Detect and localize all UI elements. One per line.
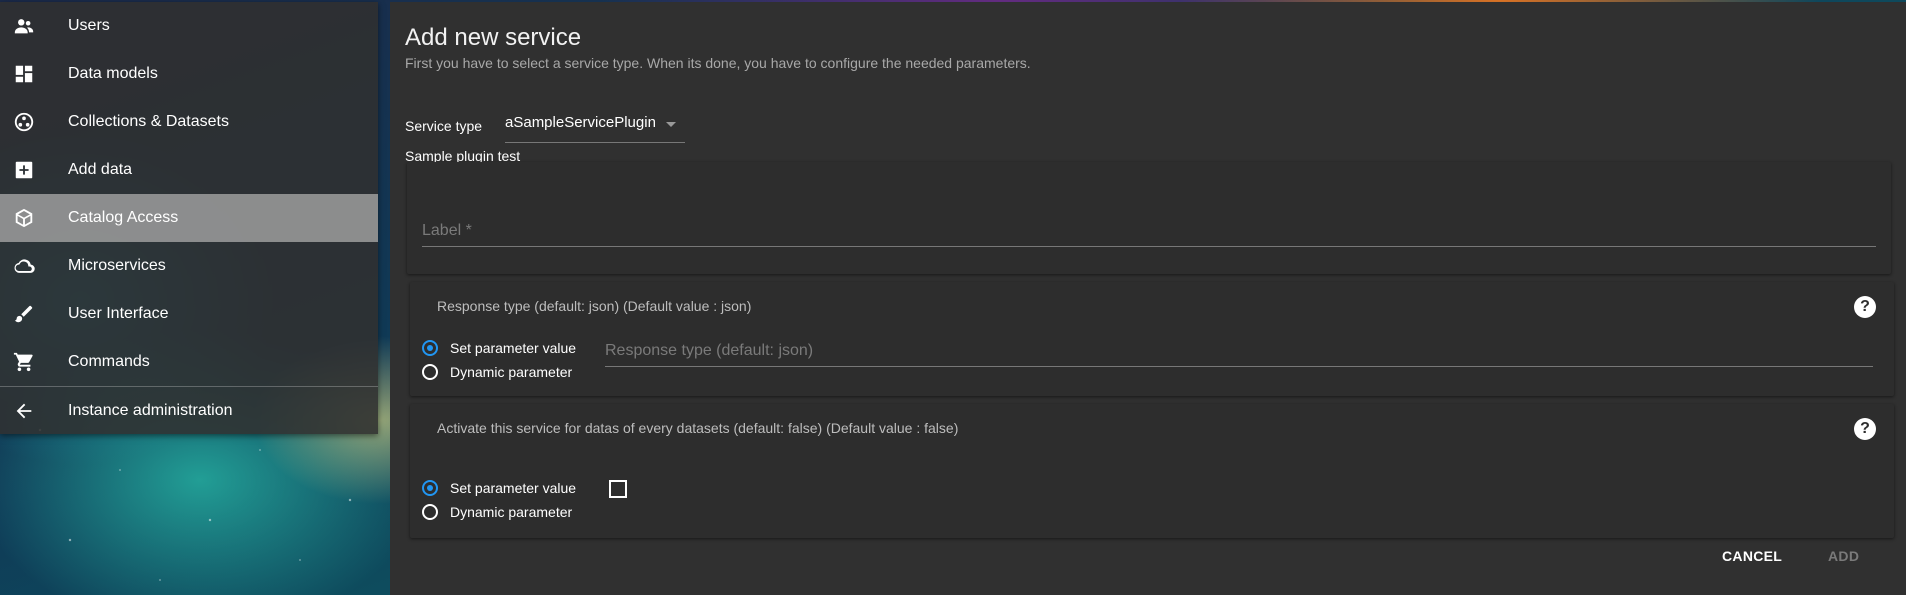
sidebar-item-microservices[interactable]: Microservices bbox=[0, 242, 378, 290]
radio-unchecked-icon bbox=[422, 504, 438, 520]
service-type-value: aSampleServicePlugin bbox=[505, 114, 656, 131]
help-icon[interactable]: ? bbox=[1854, 296, 1876, 318]
cloud-icon bbox=[12, 254, 36, 278]
radio-label: Dynamic parameter bbox=[450, 364, 573, 380]
sidebar-item-user-interface[interactable]: User Interface bbox=[0, 290, 378, 338]
response-type-placeholder: Response type (default: json) bbox=[605, 342, 814, 359]
radio-unchecked-icon bbox=[422, 364, 438, 380]
sidebar-item-label: Add data bbox=[68, 161, 133, 178]
sidebar-item-label: Collections & Datasets bbox=[68, 113, 229, 130]
sidebar-item-commands[interactable]: Commands bbox=[0, 338, 378, 386]
sidebar-item-label: Instance administration bbox=[68, 402, 233, 419]
help-icon[interactable]: ? bbox=[1854, 418, 1876, 440]
users-icon bbox=[12, 14, 36, 38]
cart-icon bbox=[12, 350, 36, 374]
sidebar-item-label: Users bbox=[68, 17, 110, 34]
dropdown-arrow-icon bbox=[666, 122, 676, 127]
dashboard-icon bbox=[12, 62, 36, 86]
radio-label: Dynamic parameter bbox=[450, 504, 573, 520]
service-type-select[interactable]: aSampleServicePlugin bbox=[505, 106, 685, 143]
sidebar-item-add-data[interactable]: Add data bbox=[0, 146, 378, 194]
activate-checkbox[interactable] bbox=[609, 480, 627, 498]
sidebar-item-label: Commands bbox=[68, 353, 150, 370]
brush-icon bbox=[12, 302, 36, 326]
page-subtitle: First you have to select a service type.… bbox=[405, 55, 1031, 71]
radio-set-parameter[interactable]: Set parameter value bbox=[422, 476, 576, 500]
label-card: Label * bbox=[407, 162, 1891, 274]
sidebar-item-catalog-access[interactable]: Catalog Access bbox=[0, 194, 378, 242]
radio-dynamic-parameter[interactable]: Dynamic parameter bbox=[422, 360, 572, 384]
sidebar-item-label: Data models bbox=[68, 65, 158, 82]
sidebar-menu: Users Data models Collections & Datasets… bbox=[0, 2, 378, 434]
add-box-icon bbox=[12, 158, 36, 182]
sidebar-item-data-models[interactable]: Data models bbox=[0, 50, 378, 98]
collections-icon bbox=[12, 110, 36, 134]
add-service-panel: Add new service First you have to select… bbox=[390, 2, 1906, 595]
page-title: Add new service bbox=[405, 24, 582, 51]
sidebar-item-instance-admin[interactable]: Instance administration bbox=[0, 386, 378, 435]
radio-checked-icon bbox=[422, 480, 438, 496]
sidebar-item-users[interactable]: Users bbox=[0, 2, 378, 50]
sidebar-item-label: User Interface bbox=[68, 305, 169, 322]
label-placeholder: Label * bbox=[422, 222, 472, 239]
arrow-back-icon bbox=[12, 399, 36, 423]
sidebar-item-collections[interactable]: Collections & Datasets bbox=[0, 98, 378, 146]
activate-service-title: Activate this service for datas of every… bbox=[437, 420, 959, 436]
response-type-input[interactable]: Response type (default: json) bbox=[605, 332, 1873, 367]
activate-service-card: Activate this service for datas of every… bbox=[410, 404, 1894, 538]
radio-set-parameter[interactable]: Set parameter value bbox=[422, 336, 576, 360]
add-button[interactable]: ADD bbox=[1828, 548, 1859, 564]
service-type-label: Service type bbox=[405, 118, 483, 134]
cube-icon bbox=[12, 206, 36, 230]
label-input[interactable]: Label * bbox=[422, 212, 1876, 247]
sidebar-item-label: Catalog Access bbox=[68, 209, 179, 226]
sidebar-item-label: Microservices bbox=[68, 257, 166, 274]
radio-label: Set parameter value bbox=[450, 340, 577, 356]
radio-checked-icon bbox=[422, 340, 438, 356]
cancel-button[interactable]: CANCEL bbox=[1722, 548, 1782, 564]
radio-label: Set parameter value bbox=[450, 480, 577, 496]
response-type-title: Response type (default: json) (Default v… bbox=[437, 298, 752, 314]
radio-dynamic-parameter[interactable]: Dynamic parameter bbox=[422, 500, 572, 524]
response-type-card: Response type (default: json) (Default v… bbox=[410, 282, 1894, 396]
